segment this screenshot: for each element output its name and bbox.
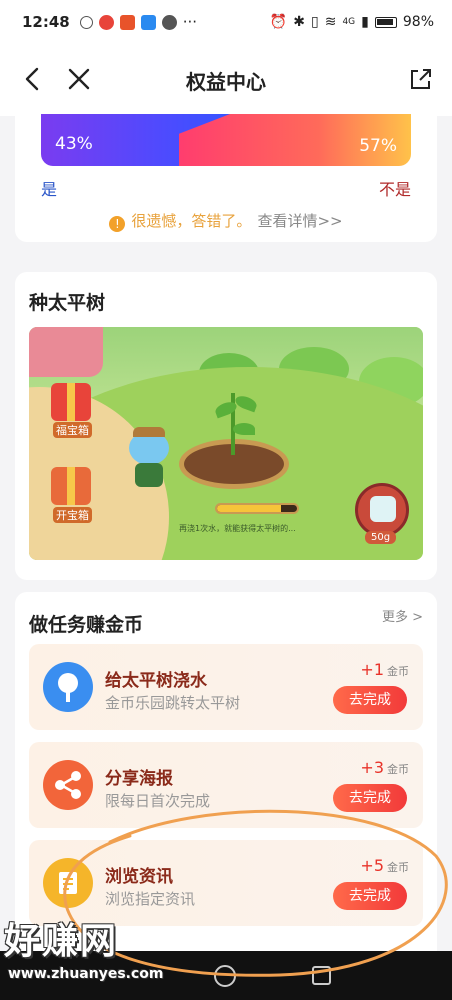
section-title-tasks: 做任务赚金币 bbox=[29, 614, 144, 636]
wifi-icon: ≋ bbox=[324, 14, 337, 30]
result-message: 很遗憾，答错了。 bbox=[131, 212, 252, 230]
system-indicators: ⏰ ✱ ▯ ≋ 4G ▮ 98% bbox=[270, 14, 434, 30]
share-icon[interactable] bbox=[408, 66, 434, 92]
section-title-tree: 种太平树 bbox=[29, 292, 106, 314]
tree-game-scene[interactable]: 福宝箱 开宝箱 再浇1次水，就能获得太平树的... 50g bbox=[29, 327, 423, 560]
reward-unit: 金币 bbox=[387, 861, 409, 874]
yes-percent: 43% bbox=[55, 134, 93, 154]
task-desc: 浏览指定资讯 bbox=[105, 890, 196, 908]
search-app-icon bbox=[140, 14, 156, 30]
warning-icon: ! bbox=[109, 216, 126, 232]
more-notifications-icon: ··· bbox=[182, 13, 198, 31]
signal-icon: ▮ bbox=[361, 14, 369, 30]
status-bar: 12:48 ··· ⏰ ✱ ▯ ≋ 4G ▮ 98% bbox=[0, 0, 452, 44]
app-icon bbox=[119, 14, 135, 30]
watering-progress-bar bbox=[215, 503, 299, 514]
treasure-chest-label: 开宝箱 bbox=[53, 507, 92, 523]
notification-icons: ··· bbox=[79, 13, 198, 31]
close-icon[interactable] bbox=[64, 64, 94, 94]
network-type: 4G bbox=[342, 17, 356, 27]
tree-icon bbox=[43, 662, 93, 712]
watering-tip: 再浇1次水，就能获得太平树的... bbox=[179, 524, 296, 533]
task-name: 给太平树浇水 bbox=[105, 671, 207, 691]
water-amount: 50g bbox=[365, 531, 397, 544]
alarm-icon: ⏰ bbox=[269, 14, 288, 30]
view-details-link[interactable]: 查看详情>> bbox=[257, 212, 342, 230]
task-go-button[interactable]: 去完成 bbox=[333, 784, 407, 812]
vote-ratio-bar: 43% 57% bbox=[41, 114, 411, 166]
reward-amount: +1 bbox=[360, 660, 384, 679]
home-button-icon[interactable] bbox=[214, 965, 236, 987]
recent-apps-icon[interactable] bbox=[312, 966, 331, 985]
vibrate-icon: ▯ bbox=[311, 14, 319, 30]
quiz-result-card: 43% 57% 是 不是 ! 很遗憾，答错了。 查看详情>> bbox=[15, 106, 437, 242]
more-tasks-link[interactable]: 更多 > bbox=[382, 606, 423, 625]
reward-amount: +3 bbox=[360, 758, 384, 777]
bluetooth-icon: ✱ bbox=[293, 14, 305, 30]
quiz-result: ! 很遗憾，答错了。 查看详情>> bbox=[15, 210, 437, 232]
elephant-hat bbox=[133, 427, 165, 437]
battery-icon bbox=[374, 16, 397, 28]
reward-amount: +5 bbox=[360, 856, 384, 875]
sprout-leaf bbox=[233, 423, 255, 435]
task-reward: +1 金币 bbox=[360, 660, 409, 679]
no-option-label: 不是 bbox=[378, 180, 411, 199]
battery-percent: 98% bbox=[402, 14, 434, 30]
watermark-logo: 好赚网 bbox=[4, 921, 119, 962]
watering-progress-fill bbox=[217, 505, 281, 512]
task-name: 浏览资讯 bbox=[105, 867, 173, 887]
task-reward: +5 金币 bbox=[360, 856, 409, 875]
reward-unit: 金币 bbox=[387, 763, 409, 776]
document-icon bbox=[43, 858, 93, 908]
back-icon[interactable] bbox=[18, 64, 48, 94]
treasure-chest-icon[interactable] bbox=[51, 467, 91, 505]
reward-unit: 金币 bbox=[387, 665, 409, 678]
task-desc: 金币乐园跳转太平树 bbox=[105, 694, 241, 712]
yes-option-label: 是 bbox=[41, 180, 58, 199]
share-icon bbox=[43, 760, 93, 810]
scene-house bbox=[29, 327, 103, 377]
task-go-button[interactable]: 去完成 bbox=[333, 686, 407, 714]
task-reward: +3 金币 bbox=[360, 758, 409, 777]
plant-tree-card: 种太平树 福宝箱 开宝箱 再浇1次水，就能获得太平树的... 50g bbox=[15, 272, 437, 580]
treasure-box-label: 福宝箱 bbox=[53, 422, 92, 438]
watering-kettle-button[interactable] bbox=[355, 483, 409, 537]
elephant-body bbox=[135, 463, 163, 487]
task-item[interactable]: 分享海报 限每日首次完成 +3 金币 去完成 bbox=[29, 742, 423, 828]
elephant-character bbox=[127, 427, 171, 487]
task-item[interactable]: 给太平树浇水 金币乐园跳转太平树 +1 金币 去完成 bbox=[29, 644, 423, 730]
task-go-button[interactable]: 去完成 bbox=[333, 882, 407, 910]
watermark-url: www.zhuanyes.com bbox=[8, 966, 164, 982]
message-icon bbox=[161, 14, 177, 30]
no-percent: 57% bbox=[359, 136, 397, 156]
status-time: 12:48 bbox=[22, 13, 70, 31]
treasure-box-icon[interactable] bbox=[51, 383, 91, 421]
missed-call-icon bbox=[79, 15, 93, 29]
task-name: 分享海报 bbox=[105, 769, 173, 789]
weibo-icon bbox=[98, 14, 114, 30]
tasks-card: 做任务赚金币 更多 > 给太平树浇水 金币乐园跳转太平树 +1 金币 去完成 分享… bbox=[15, 592, 437, 964]
task-desc: 限每日首次完成 bbox=[105, 792, 211, 810]
water-jar-icon bbox=[370, 496, 396, 522]
